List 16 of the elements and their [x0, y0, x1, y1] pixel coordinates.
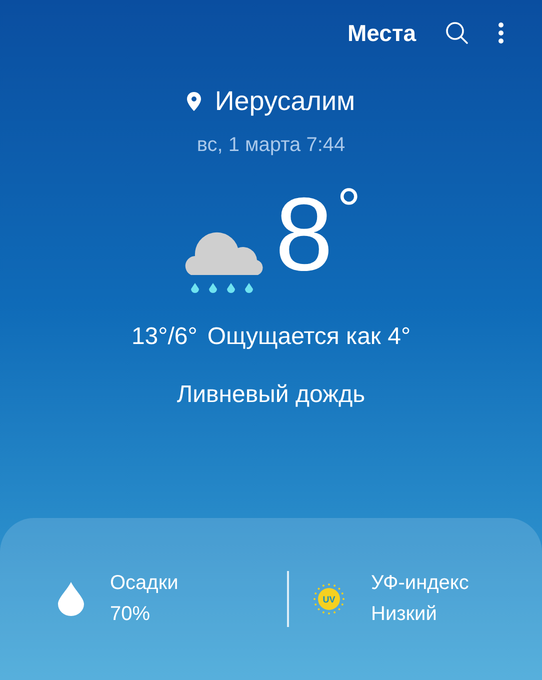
water-drop-icon	[58, 582, 84, 616]
weather-condition: Ливневый дождь	[176, 381, 366, 409]
detail-value: 70%	[110, 603, 152, 626]
more-menu-icon[interactable]	[498, 22, 504, 44]
detail-label: УФ-индекс	[371, 572, 469, 595]
temperature-range: 13°/6°	[131, 323, 198, 351]
feels-like: Ощущается как 4°	[207, 323, 411, 351]
date-time: вс, 1 марта 7:44	[196, 134, 346, 157]
search-icon[interactable]	[444, 20, 470, 46]
city-name: Иерусалим	[214, 86, 356, 117]
detail-value: Низкий	[371, 603, 438, 626]
location-pin-icon	[186, 92, 201, 111]
temperature: 8	[275, 185, 333, 285]
detail-label: Осадки	[110, 572, 178, 595]
places-link[interactable]: Места	[348, 20, 416, 46]
degree-unit: °	[336, 185, 361, 235]
